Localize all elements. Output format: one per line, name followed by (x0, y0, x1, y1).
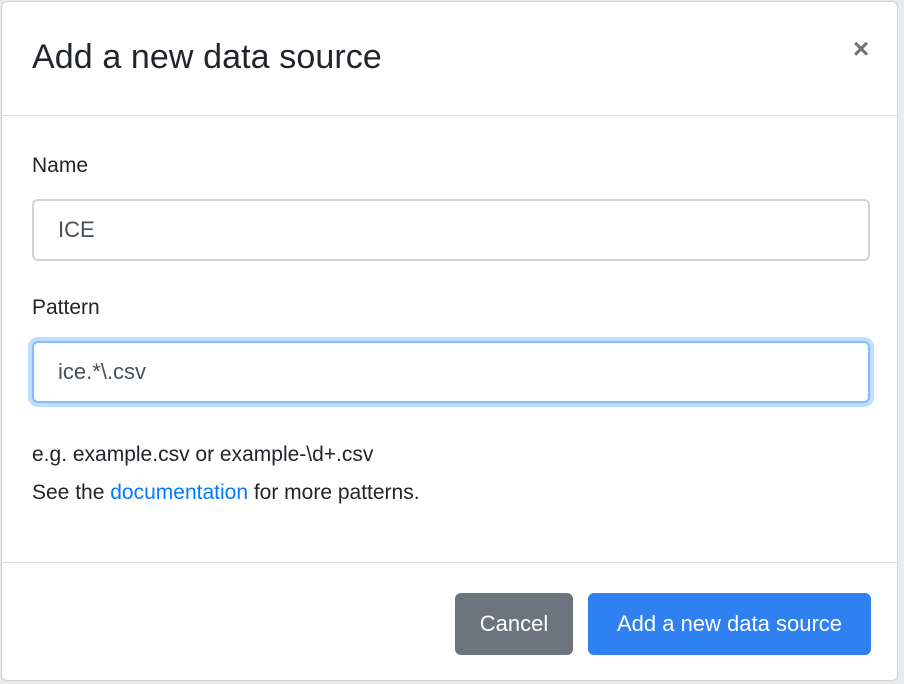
close-icon[interactable]: × (844, 32, 878, 66)
name-label: Name (32, 154, 89, 177)
help-suffix: for more patterns. (248, 481, 420, 504)
pattern-input[interactable] (32, 341, 870, 403)
help-prefix: See the (32, 481, 111, 504)
name-input[interactable] (32, 199, 870, 261)
cancel-button[interactable]: Cancel (455, 593, 573, 655)
pattern-label: Pattern (32, 296, 100, 319)
pattern-help-text: e.g. example.csv or example-\d+.csv See … (32, 436, 420, 512)
modal-footer: Cancel Add a new data source (2, 562, 897, 680)
modal-title: Add a new data source (32, 38, 382, 76)
help-doc-line: See the documentation for more patterns. (32, 474, 420, 512)
modal-header: Add a new data source × (2, 2, 897, 116)
add-data-source-modal: Add a new data source × Name Pattern e.g… (1, 1, 898, 681)
add-data-source-button[interactable]: Add a new data source (588, 593, 871, 655)
documentation-link[interactable]: documentation (110, 481, 248, 504)
help-example-line: e.g. example.csv or example-\d+.csv (32, 443, 374, 466)
